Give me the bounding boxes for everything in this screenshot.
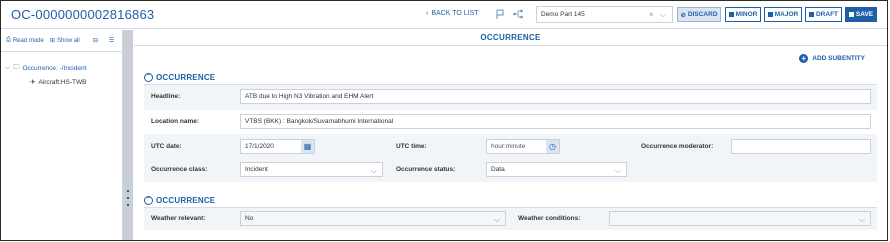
back-to-list-link[interactable]: ‹ BACK TO LIST	[426, 10, 479, 17]
organization-select-value: Demo Part 145	[541, 11, 585, 18]
location-name-label: Location name:	[151, 118, 200, 125]
occurrence-status-value: Data	[491, 166, 505, 173]
chevron-down-icon[interactable]: ⌵	[5, 64, 10, 72]
utc-date-label: UTC date:	[151, 143, 182, 150]
save-disk-icon	[728, 12, 734, 17]
clear-and-dropdown-icon[interactable]: × ⌵	[649, 10, 668, 20]
discard-button[interactable]: ⊘ DISCARD	[677, 7, 721, 22]
occurrence-status-label: Occurrence status:	[396, 166, 456, 173]
plus-circle-icon: +	[799, 54, 809, 63]
read-mode-icon: ⎙	[6, 37, 11, 43]
chevron-left-icon: ‹	[426, 10, 429, 17]
location-name-field[interactable]: VTBS (BKK) : Bangkok/Suvarnabhumi Intern…	[240, 114, 871, 129]
tree-node-occurrence-label: Occurrence: -/Incident	[22, 64, 87, 72]
location-name-value: VTBS (BKK) : Bangkok/Suvarnabhumi Intern…	[245, 118, 394, 125]
occurrence-moderator-field[interactable]	[731, 139, 871, 154]
chevron-down-icon[interactable]: ⌵	[615, 166, 621, 176]
calendar-icon[interactable]: ▦	[301, 140, 314, 153]
weather-relevant-label: Weather relevant:	[151, 215, 206, 222]
utc-time-label: UTC time:	[396, 143, 427, 150]
read-mode-button[interactable]: ⎙ Read mode	[6, 37, 44, 44]
tree-toolbar: ⎙ Read mode ⊞ Show all ⊟ ☰	[1, 30, 123, 52]
section-occurrence-2-header[interactable]: ⌃ OCCURRENCE	[144, 194, 215, 206]
chevron-down-icon[interactable]: ⌵	[494, 215, 500, 225]
tree-node-aircraft-label: Aircraft:HS-TWB	[38, 78, 87, 86]
weather-conditions-select[interactable]: ⌵	[609, 211, 871, 226]
hierarchy-icon[interactable]	[512, 8, 524, 20]
entity-tree: ⌵ 🗀 Occurrence: -/Incident ✈ Aircraft:HS…	[5, 62, 86, 88]
headline-value: ATB due to High N3 Vibration and EHM Ale…	[245, 93, 374, 100]
read-mode-label: Read mode	[12, 37, 44, 44]
list-view-button[interactable]: ☰	[109, 37, 114, 44]
save-disk-icon	[808, 12, 814, 17]
headline-field[interactable]: ATB due to High N3 Vibration and EHM Ale…	[240, 89, 871, 104]
save-disk-icon	[767, 12, 773, 17]
add-subentity-button[interactable]: + ADD SUBENTITY	[799, 54, 865, 63]
occurrence-status-select[interactable]: Data ⌵	[486, 162, 627, 177]
tree-panel: ⎙ Read mode ⊞ Show all ⊟ ☰ ⌵ 🗀 Occurrenc…	[1, 30, 123, 240]
draft-label: DRAFT	[815, 11, 839, 18]
occurrence-class-select[interactable]: Incident ⌵	[240, 162, 383, 177]
weather-relevant-value: No	[245, 215, 254, 222]
occurrence-class-label: Occurrence class:	[151, 166, 208, 173]
weather-conditions-label: Weather conditions:	[518, 215, 581, 222]
show-all-icon: ⊞	[50, 38, 56, 44]
major-button[interactable]: MAJOR	[764, 7, 802, 22]
show-all-button[interactable]: ⊞ Show all	[50, 37, 80, 45]
page-title: OCCURRENCE	[134, 30, 887, 46]
add-subentity-label: ADD SUBENTITY	[812, 55, 865, 62]
minor-label: MINOR	[735, 11, 758, 18]
main-form: OCCURRENCE + ADD SUBENTITY ⌃ OCCURRENCE …	[134, 30, 887, 240]
collapse-icon[interactable]: ⌃	[144, 195, 153, 205]
tree-structure-button[interactable]: ⊟	[93, 37, 98, 44]
major-label: MAJOR	[774, 11, 799, 18]
minor-button[interactable]: MINOR	[725, 7, 761, 22]
tree-node-occurrence[interactable]: ⌵ 🗀 Occurrence: -/Incident	[5, 62, 86, 74]
collapse-icon[interactable]: ⌃	[144, 72, 153, 82]
utc-time-placeholder: hour:minute	[491, 143, 526, 150]
discard-label: DISCARD	[687, 11, 718, 18]
chevron-down-icon[interactable]: ⌵	[859, 215, 865, 225]
draft-button[interactable]: DRAFT	[805, 7, 842, 22]
splitter-grip-icon[interactable]	[126, 190, 129, 206]
utc-date-value: 17/1/2020	[245, 143, 274, 150]
section-occurrence-2-title: OCCURRENCE	[156, 195, 216, 205]
save-button[interactable]: SAVE	[845, 7, 877, 22]
app-window: OC-0000000002816863 ‹ BACK TO LIST Demo …	[0, 0, 888, 241]
header-bar: OC-0000000002816863 ‹ BACK TO LIST Demo …	[1, 1, 887, 29]
section-occurrence-header[interactable]: ⌃ OCCURRENCE	[144, 71, 215, 83]
utc-date-field[interactable]: 17/1/2020 ▦	[240, 139, 315, 154]
tree-node-aircraft[interactable]: ✈ Aircraft:HS-TWB	[5, 76, 86, 88]
occurrence-moderator-label: Occurrence moderator:	[641, 143, 714, 150]
tree-structure-icon: ⊟	[93, 38, 99, 44]
back-to-list-label: BACK TO LIST	[431, 10, 479, 17]
flag-icon[interactable]	[494, 8, 506, 20]
utc-time-field[interactable]: hour:minute ◷	[486, 139, 560, 154]
record-title: OC-0000000002816863	[11, 7, 155, 22]
section-occurrence-title: OCCURRENCE	[156, 72, 216, 82]
organization-select[interactable]: Demo Part 145 × ⌵	[536, 6, 673, 23]
save-disk-icon	[848, 12, 854, 17]
weather-relevant-select[interactable]: No ⌵	[240, 211, 506, 226]
aircraft-icon: ✈	[30, 79, 36, 86]
folder-icon: 🗀	[12, 63, 20, 71]
discard-icon: ⊘	[680, 11, 686, 19]
clock-icon[interactable]: ◷	[546, 140, 559, 153]
chevron-down-icon[interactable]: ⌵	[371, 166, 377, 176]
list-icon: ☰	[109, 38, 115, 44]
save-label: SAVE	[855, 11, 874, 18]
occurrence-class-value: Incident	[245, 166, 268, 173]
show-all-label: Show all	[57, 37, 80, 44]
panel-splitter[interactable]	[123, 30, 133, 240]
headline-label: Headline:	[151, 93, 181, 100]
